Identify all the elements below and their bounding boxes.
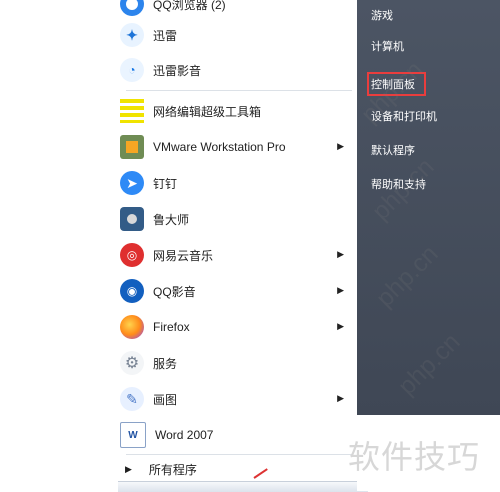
program-label: 服务 — [153, 356, 178, 371]
expand-arrow-icon: ▶ — [125, 463, 132, 474]
right-item-label: 设备和打印机 — [371, 111, 437, 123]
right-item-help-support[interactable]: 帮助和支持 — [371, 173, 426, 195]
firefox-icon — [120, 315, 144, 339]
submenu-arrow-icon: ▶ — [337, 141, 344, 151]
vmware-icon — [120, 135, 144, 159]
program-dingtalk[interactable]: ➤ 钉钉 — [120, 165, 358, 201]
submenu-arrow-icon: ▶ — [337, 249, 344, 259]
program-label: 画图 — [153, 392, 178, 407]
toolbox-icon — [120, 99, 144, 123]
program-vmware[interactable]: VMware Workstation Pro ▶ — [120, 129, 358, 165]
program-firefox[interactable]: Firefox ▶ — [120, 309, 358, 345]
xunlei-icon: ✦ — [120, 23, 144, 47]
right-item-label: 默认程序 — [371, 145, 415, 157]
program-label: 鲁大师 — [153, 212, 190, 227]
right-item-label: 帮助和支持 — [371, 179, 426, 191]
program-ludashi[interactable]: 鲁大师 — [120, 201, 358, 237]
menu-divider — [126, 454, 352, 455]
program-label: Word 2007 — [155, 428, 214, 442]
program-label: VMware Workstation Pro — [153, 140, 286, 154]
program-services[interactable]: ⚙ 服务 — [120, 345, 358, 381]
highlight-box — [367, 72, 426, 96]
ludashi-icon — [120, 207, 144, 231]
program-label: Firefox — [153, 320, 190, 334]
program-label: QQ影音 — [153, 284, 196, 299]
xunlei-player-icon: ◔ — [120, 58, 144, 82]
qq-player-icon: ◉ — [120, 279, 144, 303]
start-menu: QQ浏览器 (2) ✦ 迅雷 ◔ 迅雷影音 网络编辑超级工具箱 VMware W… — [110, 0, 500, 492]
menu-divider — [126, 90, 352, 91]
right-item-label: 游戏 — [371, 10, 393, 22]
program-paint[interactable]: ✎ 画图 ▶ — [120, 381, 358, 417]
right-item-games[interactable]: 游戏 — [371, 4, 393, 26]
program-label: QQ浏览器 (2) — [153, 0, 226, 12]
all-programs-button[interactable]: ▶ 所有程序 — [120, 458, 356, 480]
right-item-computer[interactable]: 计算机 — [371, 35, 404, 57]
netease-music-icon: ◎ — [120, 243, 144, 267]
search-strip — [118, 481, 368, 492]
paint-icon: ✎ — [120, 387, 144, 411]
dingtalk-icon: ➤ — [120, 171, 144, 195]
program-toolbox[interactable]: 网络编辑超级工具箱 — [120, 93, 358, 129]
all-programs-label: 所有程序 — [148, 462, 197, 477]
program-label: 网易云音乐 — [153, 248, 214, 263]
program-qq-player[interactable]: ◉ QQ影音 ▶ — [120, 273, 358, 309]
qq-browser-icon — [120, 0, 144, 16]
submenu-arrow-icon: ▶ — [337, 393, 344, 403]
services-gear-icon: ⚙ — [120, 351, 144, 375]
program-label: 钉钉 — [153, 176, 178, 191]
submenu-arrow-icon: ▶ — [337, 321, 344, 331]
submenu-arrow-icon: ▶ — [337, 285, 344, 295]
program-label: 迅雷 — [153, 28, 178, 43]
program-label: 网络编辑超级工具箱 — [153, 104, 262, 119]
system-links-pane — [357, 0, 500, 415]
right-item-devices-printers[interactable]: 设备和打印机 — [371, 105, 437, 127]
right-item-default-programs[interactable]: 默认程序 — [371, 139, 415, 161]
right-item-label: 计算机 — [371, 41, 404, 53]
brand-text: 软件技巧 — [348, 439, 481, 475]
word-icon: W — [120, 422, 146, 448]
program-word[interactable]: W Word 2007 — [120, 417, 358, 453]
program-netease-music[interactable]: ◎ 网易云音乐 ▶ — [120, 237, 358, 273]
program-label: 迅雷影音 — [153, 63, 202, 78]
program-xunlei[interactable]: ✦ 迅雷 — [120, 17, 358, 53]
program-xunlei-player[interactable]: ◔ 迅雷影音 — [120, 52, 358, 88]
